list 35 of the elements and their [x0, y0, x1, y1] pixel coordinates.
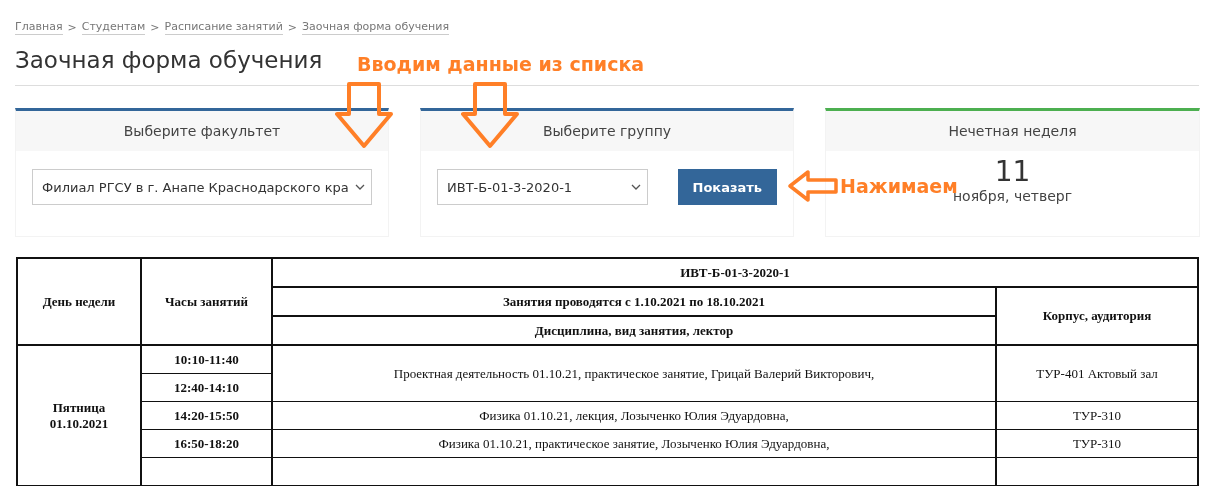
day-cell: Пятница 01.10.2021 — [17, 345, 141, 486]
left-arrow-icon — [788, 170, 838, 202]
breadcrumb-link[interactable]: Студентам — [81, 20, 146, 35]
time-cell: 14:20-15:50 — [141, 401, 272, 430]
group-header: ИВТ-Б-01-3-2020-1 — [272, 258, 1198, 287]
annotation-text: Вводим данные из списка — [357, 53, 645, 75]
period-header: Занятия проводятся с 1.10.2021 по 18.10.2021 — [272, 287, 996, 316]
time-cell: 10:10-11:40 — [141, 345, 272, 374]
breadcrumb-separator: > — [150, 21, 160, 34]
chevron-down-icon — [630, 184, 641, 190]
room-cell: ТУР-401 Актовый зал — [996, 345, 1198, 402]
group-select[interactable]: ИВТ-Б-01-3-2020-1 — [437, 169, 648, 205]
column-header: День недели — [17, 258, 141, 345]
card-header: Нечетная неделя — [826, 111, 1199, 151]
room-cell: ТУР-310 — [996, 429, 1198, 458]
breadcrumb-link[interactable]: Заочная форма обучения — [302, 20, 450, 35]
breadcrumb-link[interactable]: Расписание занятий — [164, 20, 283, 35]
column-header: Часы занятий — [141, 258, 272, 345]
faculty-select[interactable]: Филиал РГСУ в г. Анапе Краснодарского кра — [32, 169, 372, 205]
room-cell: ТУР-310 — [996, 401, 1198, 430]
column-header: Корпус, аудитория — [996, 287, 1198, 345]
chevron-down-icon — [355, 184, 365, 190]
breadcrumb-link[interactable]: Главная — [15, 20, 63, 35]
time-cell: 16:50-18:20 — [141, 429, 272, 458]
down-arrow-icon — [335, 82, 393, 150]
day-number: 11 — [994, 155, 1031, 188]
lesson-cell: Проектная деятельность 01.10.21, практическое занятие, Грицай Валерий Викторович, — [272, 345, 996, 402]
lesson-cell: Физика 01.10.21, практическое занятие, Лозыченко Юлия Эдуардовна, — [272, 429, 996, 458]
card-header: Выберите группу — [421, 111, 793, 151]
down-arrow-icon — [461, 82, 519, 150]
breadcrumb-separator: > — [287, 21, 298, 34]
lesson-cell: Физика 01.10.21, лекция, Лозыченко Юлия Эдуардовна, — [272, 401, 996, 430]
show-button[interactable]: Показать — [677, 169, 777, 205]
breadcrumb-separator: > — [67, 21, 77, 34]
card-header: Выберите факультет — [16, 111, 388, 151]
